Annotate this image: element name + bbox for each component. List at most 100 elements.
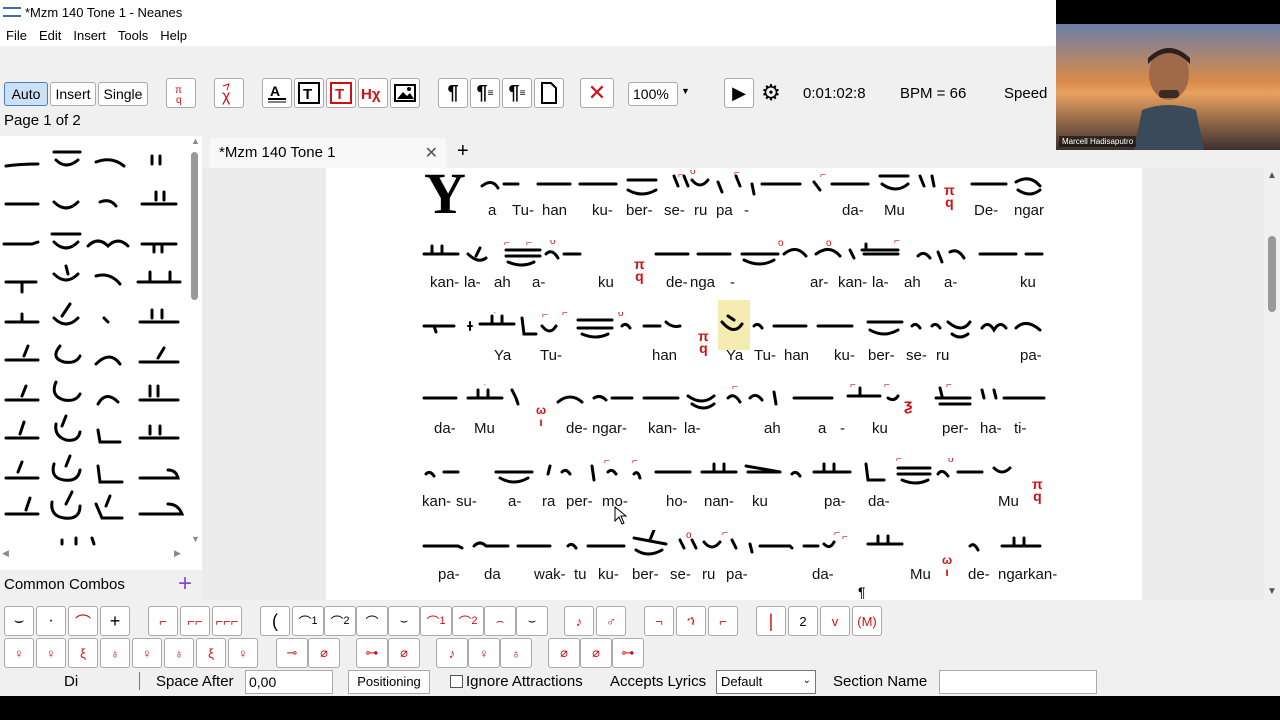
line-break-justify-button[interactable]: ¶ ≡ <box>470 78 500 108</box>
text-box-button[interactable]: A <box>262 78 292 108</box>
fthora-d-button[interactable]: ♀ <box>468 638 500 668</box>
menu-help[interactable]: Help <box>154 28 193 43</box>
chroa-d-button[interactable]: ⌀ <box>388 638 420 668</box>
mode-key-button[interactable]: Hχ <box>358 78 388 108</box>
doc-scroll-up-icon[interactable]: ▲ <box>1267 170 1277 181</box>
isokratima-h-button[interactable]: ♀ <box>228 638 258 668</box>
under-tie-button[interactable]: ⌣ <box>516 606 548 636</box>
red-tie-1-button[interactable]: ⌒ 1 <box>420 606 452 636</box>
zoom-select[interactable]: 100% <box>628 82 678 106</box>
doc-scroll-down-icon[interactable]: ▼ <box>1267 586 1277 597</box>
scroll-left-icon[interactable]: ◀ <box>2 548 9 559</box>
tempo-button[interactable]: χ <box>214 78 244 108</box>
fthora-h-button[interactable]: ⊶ <box>612 638 644 668</box>
martyria-button[interactable]: πq <box>166 78 196 108</box>
lyric-syllable: nan- <box>704 493 735 510</box>
lyric-syllable: De- <box>974 202 999 219</box>
klasma-button[interactable]: ⌣ <box>4 606 34 636</box>
fthora-g-button[interactable]: ⌀ <box>580 638 612 668</box>
chroa-b-button[interactable]: ⌀ <box>308 638 340 668</box>
lyric-syllable: a <box>818 420 827 437</box>
lyric-syllable: la- <box>872 274 889 291</box>
tie-1-button[interactable]: ⌒ 1 <box>292 606 324 636</box>
menu-file[interactable]: File <box>0 28 33 43</box>
two-button[interactable]: 2 <box>788 606 818 636</box>
space-after-input[interactable] <box>245 670 333 694</box>
trigorgon-button[interactable]: ⌐⌐⌐ <box>212 606 242 636</box>
breath-button[interactable]: v <box>820 606 850 636</box>
scroll-down-icon[interactable]: ▼ <box>191 534 200 544</box>
isokratima-d-button[interactable]: ♁ <box>100 638 130 668</box>
palette-scrollbar[interactable]: ▲ ▼ <box>188 136 202 548</box>
red-tie-2-button[interactable]: ⌒ 2 <box>452 606 484 636</box>
svg-text:A: A <box>270 83 280 99</box>
chroa-sign: ƺ <box>904 397 913 414</box>
document-scrollbar[interactable]: ▲ ▼ <box>1264 168 1280 600</box>
tie-2-button[interactable]: ⌒ 2 <box>324 606 356 636</box>
section-name-input[interactable] <box>939 670 1097 694</box>
palette-hscrollbar[interactable]: ◀ ▶ <box>0 548 188 562</box>
menu-tools[interactable]: Tools <box>112 28 154 43</box>
fthora-a-button[interactable]: ♪ <box>564 606 594 636</box>
gorgon-dot-button[interactable]: · <box>36 606 66 636</box>
svg-text:⌐: ⌐ <box>946 384 952 391</box>
ignore-attractions-checkbox[interactable] <box>450 675 463 688</box>
lyric-syllable: tu <box>574 566 587 583</box>
menu-edit[interactable]: Edit <box>33 28 67 43</box>
scroll-right-icon[interactable]: ▶ <box>174 548 181 559</box>
isokratima-e-button[interactable]: ♀ <box>132 638 162 668</box>
score-page[interactable]: Y ⌐ ⌐ ⌐ o πq a Tu- han ku- ber- se- ru pa <box>326 161 1142 600</box>
insert-mode-button[interactable]: Insert <box>50 82 96 106</box>
page-break-button[interactable] <box>534 78 564 108</box>
isokratima-c-button[interactable]: ξ <box>68 638 98 668</box>
zoom-dropdown-icon[interactable]: ▼ <box>681 86 690 96</box>
tie-under-button[interactable]: ⌣ <box>388 606 420 636</box>
barline-button[interactable]: | <box>756 606 786 636</box>
menu-insert[interactable]: Insert <box>67 28 112 43</box>
red-tie-button[interactable]: ⌢ <box>484 606 516 636</box>
tab-document[interactable]: *Mzm 140 Tone 1 ✕ <box>210 138 446 168</box>
ison-m-button[interactable]: (M) <box>852 606 882 636</box>
svg-text:⌐: ⌐ <box>632 458 638 467</box>
isokratima-f-button[interactable]: ♁ <box>164 638 194 668</box>
palette-scrollbar-thumb[interactable] <box>191 152 198 300</box>
positioning-button[interactable]: Positioning <box>348 670 430 694</box>
image-button[interactable] <box>390 78 420 108</box>
lyric-syllable: Tu- <box>512 202 534 219</box>
lyric-syllable: ku- <box>834 347 855 364</box>
fermata-button[interactable]: ⌒ <box>68 606 98 636</box>
chroa-c-button[interactable]: ⊶ <box>356 638 388 668</box>
isokratima-a-button[interactable]: ♀ <box>4 638 34 668</box>
vareia-button[interactable]: ( <box>260 606 290 636</box>
digorgon-button[interactable]: ⌐⌐ <box>180 606 210 636</box>
neume-palette-grid[interactable] <box>0 142 188 552</box>
single-mode-button[interactable]: Single <box>98 82 148 106</box>
fthora-f-button[interactable]: ⌀ <box>548 638 580 668</box>
auto-mode-button[interactable]: Auto <box>4 82 48 106</box>
delete-button[interactable]: ✕ <box>580 78 614 108</box>
accepts-lyrics-select[interactable]: Default ⌄ <box>716 670 816 694</box>
document-scrollbar-thumb[interactable] <box>1268 236 1276 312</box>
tie-button[interactable]: ⌒ <box>356 606 388 636</box>
add-combo-button[interactable]: + <box>178 570 192 598</box>
accidental-a-button[interactable]: ¬ <box>644 606 674 636</box>
fthora-e-button[interactable]: ♁ <box>500 638 532 668</box>
drop-cap-button[interactable]: T <box>326 78 356 108</box>
accidental-c-button[interactable]: ⌐ <box>708 606 738 636</box>
line-break-center-button[interactable]: ¶ ≡ <box>502 78 532 108</box>
line-break-button[interactable]: ¶ <box>438 78 468 108</box>
svg-text:⌐: ⌐ <box>722 530 728 539</box>
scroll-up-icon[interactable]: ▲ <box>191 136 200 146</box>
play-button[interactable]: ▶ <box>724 78 754 108</box>
isokratima-b-button[interactable]: ♀ <box>36 638 66 668</box>
accidental-b-button[interactable]: ኀ <box>676 606 706 636</box>
rich-text-button[interactable]: T <box>294 78 324 108</box>
isokratima-g-button[interactable]: ξ <box>196 638 226 668</box>
plus-button[interactable]: + <box>100 606 130 636</box>
chroa-a-button[interactable]: ⊸ <box>276 638 308 668</box>
fthora-b-button[interactable]: ♂ <box>596 606 626 636</box>
fthora-c-button[interactable]: ♪ <box>436 638 468 668</box>
playback-settings-button[interactable]: ⚙ <box>756 78 786 108</box>
gorgon-button[interactable]: ⌐ <box>148 606 178 636</box>
lyric-syllable: pa- <box>1020 347 1042 364</box>
